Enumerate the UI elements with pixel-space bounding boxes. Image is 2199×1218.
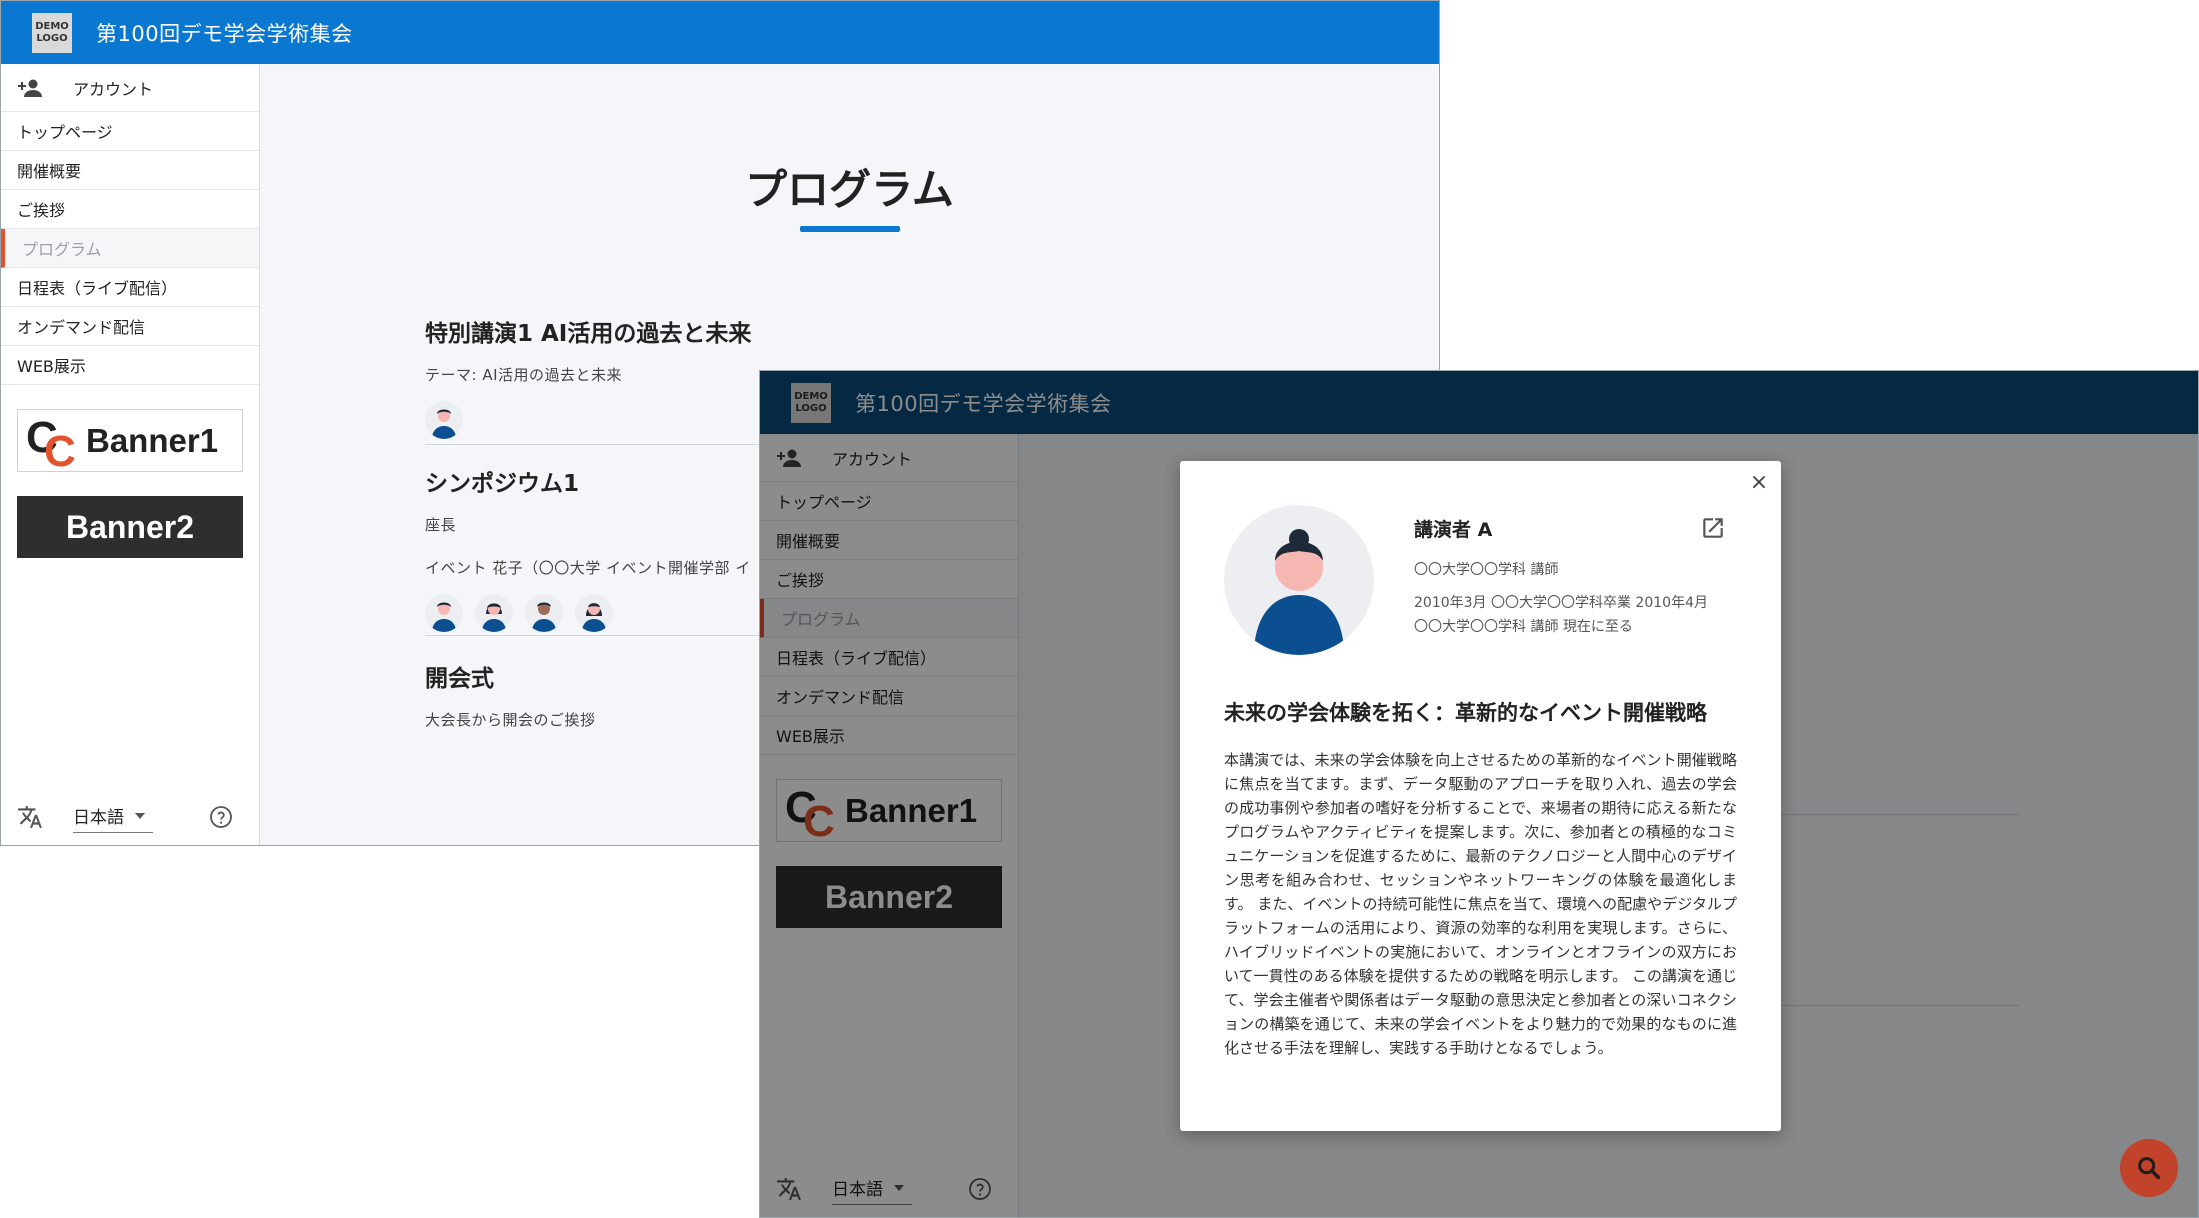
avatar[interactable] <box>425 594 463 632</box>
lecture-title: 未来の学会体験を拓く：革新的なイベント開催戦略 <box>1224 701 1707 725</box>
banner1[interactable]: CC Banner1 <box>17 409 243 476</box>
logo-text: DEMO LOGO <box>35 20 69 44</box>
page-title: プログラム <box>745 165 954 214</box>
speaker-affiliation: 〇〇大学〇〇学科 講師 <box>1414 562 1559 578</box>
sidebar-item-label: WEB展示 <box>17 357 86 376</box>
close-icon[interactable]: × <box>1749 472 1769 494</box>
sidebar-item-program[interactable]: プログラム <box>1 229 259 268</box>
search-icon <box>2138 1157 2161 1180</box>
banner2[interactable]: Banner2 <box>17 496 243 558</box>
person-add-icon <box>18 79 42 97</box>
speaker-photo <box>1224 505 1374 655</box>
sidebar-account-label: アカウント <box>73 79 154 99</box>
avatar[interactable] <box>475 594 513 632</box>
app-header: DEMO LOGO 第100回デモ学会学術集会 <box>1 1 1439 64</box>
sidebar-item-label: プログラム <box>22 240 102 259</box>
banner2-label: Banner2 <box>65 508 195 545</box>
sidebar-item-top[interactable]: トップページ <box>1 112 259 151</box>
speaker-name: 講演者 A <box>1414 519 1493 541</box>
language-select[interactable]: 日本語 <box>73 801 153 833</box>
sidebar-item-label: 開催概要 <box>17 162 82 181</box>
avatar[interactable] <box>425 401 463 439</box>
sidebar-footer: 日本語 <box>1 789 259 845</box>
lecture-abstract: 本講演では、未来の学会体験を向上させるための革新的なイベント開催戦略に焦点を当て… <box>1224 751 1737 1057</box>
session-title[interactable]: 特別講演1 AI活用の過去と未来 <box>425 314 1425 348</box>
sidebar-item-greeting[interactable]: ご挨拶 <box>1 190 259 229</box>
banner1-label: Banner1 <box>86 421 219 459</box>
sidebar-item-label: オンデマンド配信 <box>17 318 146 337</box>
sidebar: アカウント トップページ 開催概要 ご挨拶 プログラム 日程表（ライブ配信） オ… <box>1 64 260 845</box>
help-icon[interactable] <box>209 805 233 829</box>
logo[interactable]: DEMO LOGO <box>32 12 72 53</box>
chevron-down-icon <box>135 812 145 819</box>
translate-icon <box>18 806 42 828</box>
sidebar-item-label: 日程表（ライブ配信） <box>17 279 178 298</box>
sidebar-item-schedule[interactable]: 日程表（ライブ配信） <box>1 268 259 307</box>
sidebar-item-web-exhibit[interactable]: WEB展示 <box>1 346 259 385</box>
app-title[interactable]: 第100回デモ学会学術集会 <box>96 18 353 48</box>
speaker-modal: × 講演者 A 〇〇大学〇〇学科 講師 2010年3月 〇〇大学〇〇学科卒業 2… <box>1180 461 1781 1131</box>
sidebar-item-overview[interactable]: 開催概要 <box>1 151 259 190</box>
app-window-modal: DEMO LOGO 第100回デモ学会学術集会 アカウント トップページ 開催概… <box>759 370 2199 1218</box>
sidebar-item-label: トップページ <box>17 123 113 142</box>
banner1-logo: CC <box>26 412 76 476</box>
title-underline <box>800 226 900 232</box>
sidebar-item-account[interactable]: アカウント <box>1 64 259 112</box>
language-value: 日本語 <box>73 808 124 828</box>
career-line: 2010年3月 〇〇大学〇〇学科卒業 2010年4月 <box>1414 595 1708 611</box>
search-button[interactable] <box>2120 1139 2178 1197</box>
sidebar-item-label: ご挨拶 <box>17 201 66 220</box>
sidebar-item-on-demand[interactable]: オンデマンド配信 <box>1 307 259 346</box>
external-link-icon[interactable] <box>1700 515 1726 541</box>
avatar[interactable] <box>575 594 613 632</box>
career-line: 〇〇大学〇〇学科 講師 現在に至る <box>1414 619 1633 635</box>
speaker-career: 2010年3月 〇〇大学〇〇学科卒業 2010年4月 〇〇大学〇〇学科 講師 現… <box>1414 591 1754 639</box>
avatar[interactable] <box>525 594 563 632</box>
